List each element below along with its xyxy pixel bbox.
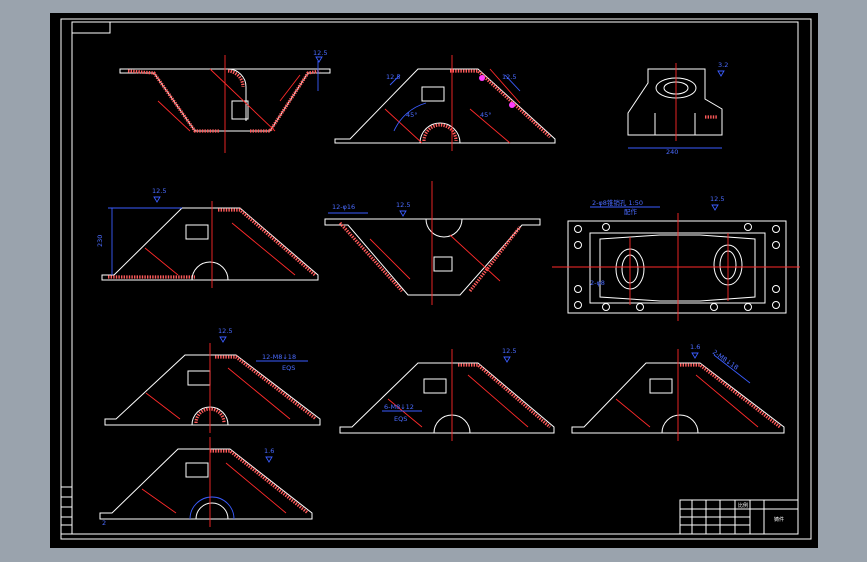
view5-roughness: 12.5 <box>396 201 410 209</box>
view-9-section: 2-M8↓18 1.6 <box>571 343 785 441</box>
view2-roughness-b: 12.5 <box>502 73 516 81</box>
view-3-isometric: 240 3.2 <box>627 61 728 156</box>
view7-roughness: 12.5 <box>218 327 232 335</box>
view-1-section: 12.5 <box>119 49 331 153</box>
view10-roughness: 1.6 <box>264 447 274 455</box>
view6-dim-2-phi8-sub: 配作 <box>624 207 638 216</box>
title-block-scale: 比例 <box>738 502 748 509</box>
view-6-plan: 2-φ8锥销孔 1:50 配作 12.5 2-φ8 <box>552 195 800 321</box>
view5-dim-12-phi16: 12-φ16 <box>332 203 355 211</box>
view-4-section: 230 12.5 <box>96 187 319 288</box>
outer-frame <box>60 18 812 540</box>
view-8-section: 6-M8↓12 EQS 12.5 <box>339 347 555 441</box>
view4-dim-230: 230 <box>96 235 104 247</box>
view-7-section: 12-M8↓18 EQS 12.5 <box>104 327 321 433</box>
view2-roughness-a: 12.5 <box>386 73 400 81</box>
view8-roughness: 12.5 <box>502 347 516 355</box>
title-block: 比例 铸件 <box>679 499 799 535</box>
view7-dim-12-m8: 12-M8↓18 <box>262 353 296 361</box>
view8-dim-6-m8-sub: EQS <box>394 415 407 423</box>
view-2-section: 12.5 12.5 45° 45° <box>334 55 556 151</box>
view-5-section: 12-φ16 12.5 <box>324 181 541 305</box>
view7-dim-12-m8-sub: EQS <box>282 364 295 372</box>
cad-drawing-canvas: 比例 铸件 12.5 12.5 12.5 45° 45° 240 3.2 230… <box>60 18 812 540</box>
view9-roughness: 1.6 <box>690 343 700 351</box>
view-10-section: 1.6 2 <box>99 437 313 527</box>
view9-dim-2-m8: 2-M8↓18 <box>711 348 740 372</box>
top-left-tag <box>71 21 111 34</box>
view2-angle-b: 45° <box>480 111 492 119</box>
title-block-material: 铸件 <box>774 516 784 523</box>
view1-roughness: 12.5 <box>313 49 327 57</box>
view6-dim-2-phi8: 2-φ8锥销孔 1:50 <box>592 198 643 207</box>
view8-dim-6-m8: 6-M8↓12 <box>384 403 414 411</box>
left-side-table <box>60 486 73 535</box>
view10-corner-label: 2 <box>102 519 106 527</box>
drawing-sheet: 比例 铸件 12.5 12.5 12.5 45° 45° 240 3.2 230… <box>50 13 818 548</box>
view4-roughness: 12.5 <box>152 187 166 195</box>
view3-roughness: 3.2 <box>718 61 728 69</box>
view3-dim-240: 240 <box>666 148 678 156</box>
view6-roughness: 12.5 <box>710 195 724 203</box>
view6-dim-2phi8: 2-φ8 <box>590 279 605 287</box>
